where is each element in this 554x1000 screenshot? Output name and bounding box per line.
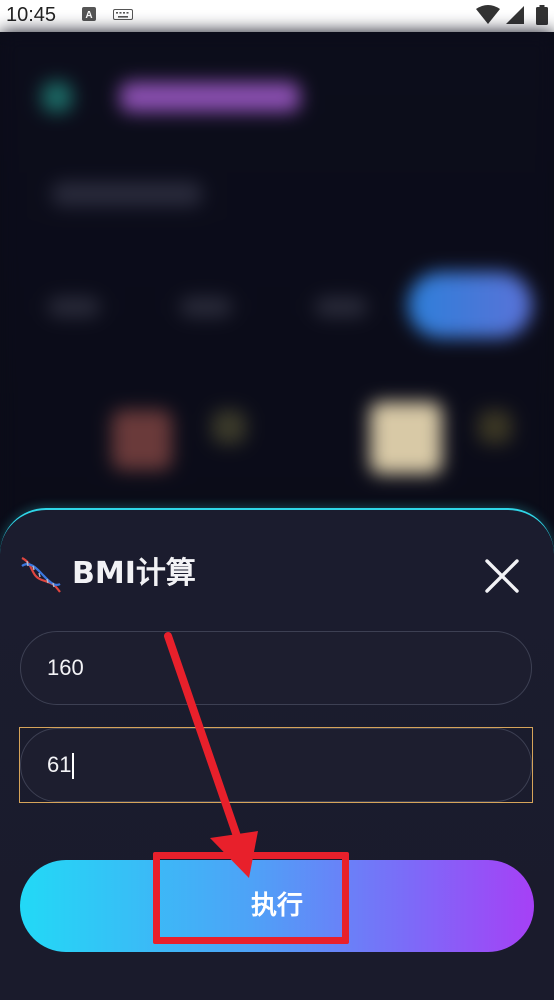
a-notification-icon: A (82, 7, 96, 21)
background-tab-3 (315, 297, 367, 317)
background-tab-active (408, 272, 532, 338)
annotation-highlight-box (153, 852, 349, 944)
battery-icon (536, 5, 548, 25)
background-tool-2 (212, 410, 246, 444)
status-time: 10:45 (6, 4, 57, 26)
background-tab-1 (48, 297, 100, 317)
text-cursor (72, 753, 75, 780)
weight-input-value: 61 (47, 752, 72, 777)
dialog-title: BMI计算 (72, 556, 196, 591)
weight-input[interactable]: 61 (20, 728, 532, 802)
background-tool-4 (478, 410, 512, 444)
dna-icon (21, 557, 61, 593)
signal-icon (506, 6, 524, 24)
background-tool-1 (112, 410, 172, 470)
wifi-icon (476, 5, 500, 24)
svg-text:A: A (85, 10, 92, 21)
close-icon[interactable] (478, 552, 526, 600)
keyboard-icon (113, 9, 133, 20)
background-title (120, 82, 300, 112)
height-input[interactable]: 160 (20, 631, 532, 705)
background-tool-3 (370, 402, 442, 474)
background-search (52, 182, 202, 206)
weight-input-value-wrap: 61 (47, 729, 75, 801)
height-input-value: 160 (47, 655, 84, 680)
background-tab-2 (180, 297, 232, 317)
background-logo (42, 82, 72, 112)
status-bar: 10:45 A (0, 0, 554, 32)
